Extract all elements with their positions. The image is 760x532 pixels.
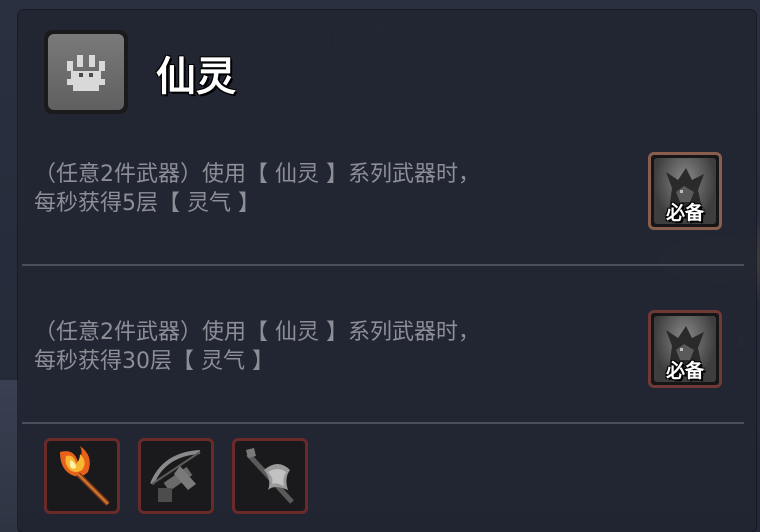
required-item-slot-2[interactable]: 必备 — [648, 310, 722, 388]
paw-crest-icon — [67, 55, 105, 91]
background-sidebar — [0, 380, 18, 532]
set-title: 仙灵 — [156, 54, 236, 100]
set-emblem — [44, 30, 128, 114]
game-screen: 暗金 太 仙灵 （ — [0, 0, 760, 532]
section-divider — [22, 264, 744, 266]
bonus-line: 每秒获得30层【 灵气 】 — [34, 349, 274, 374]
set-bonus-tooltip — [18, 10, 756, 532]
weapon-slot-1[interactable] — [44, 438, 120, 514]
bonus-line: 每秒获得5层【 灵气 】 — [34, 191, 260, 216]
required-badge: 必备 — [665, 360, 704, 382]
required-badge: 必备 — [665, 202, 704, 224]
crossbow-icon — [144, 444, 208, 508]
bonus-description-2: （任意2件武器）使用【 仙灵 】系列武器时， 每秒获得30层【 灵气 】 — [34, 318, 634, 376]
flame-staff-icon — [50, 444, 114, 508]
section-divider — [22, 422, 744, 424]
weapon-slot-3[interactable] — [232, 438, 308, 514]
bonus-line: （任意2件武器）使用【 仙灵 】系列武器时， — [34, 162, 480, 187]
bonus-line: （任意2件武器）使用【 仙灵 】系列武器时， — [34, 320, 480, 345]
weapon-slot-2[interactable] — [138, 438, 214, 514]
battle-axe-icon — [238, 444, 302, 508]
bonus-description-1: （任意2件武器）使用【 仙灵 】系列武器时， 每秒获得5层【 灵气 】 — [34, 160, 634, 218]
required-item-slot-1[interactable]: 必备 — [648, 152, 722, 230]
